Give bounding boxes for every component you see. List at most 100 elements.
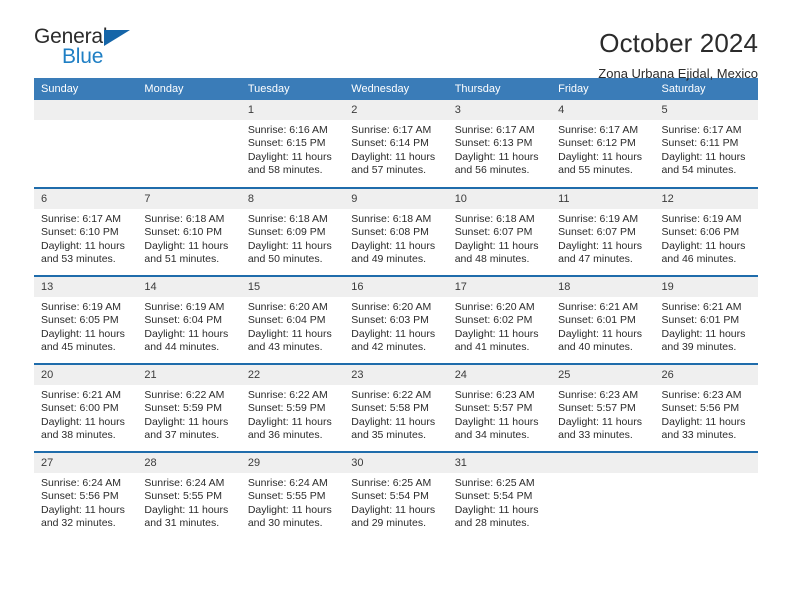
calendar-day-cell[interactable]: 19 Sunrise: 6:21 AM Sunset: 6:01 PM Dayligh… [654,275,758,364]
calendar-day-cell[interactable]: 5 Sunrise: 6:17 AM Sunset: 6:11 PM Daylight… [654,100,758,188]
day-details: Sunrise: 6:20 AM Sunset: 6:04 PM Daylight:… [241,297,344,355]
day-details: Sunrise: 6:25 AM Sunset: 5:54 PM Daylight:… [448,473,551,531]
calendar-week-row: 27 Sunrise: 6:24 AM Sunset: 5:56 PM Dayligh… [34,451,758,540]
sunrise-time: Sunrise: 6:24 AM [144,477,225,489]
calendar-day-cell-empty [137,100,241,188]
calendar-day-cell[interactable]: 10 Sunrise: 6:18 AM Sunset: 6:07 PM Dayligh… [447,187,552,276]
calendar-day-cell[interactable]: 4 Sunrise: 6:17 AM Sunset: 6:12 PM Daylight… [551,100,655,188]
day-details: Sunrise: 6:17 AM Sunset: 6:10 PM Daylight:… [34,209,137,267]
day-details: Sunrise: 6:16 AM Sunset: 6:15 PM Daylight:… [241,120,344,178]
daylight-duration-line1: Daylight: 11 hours [351,503,436,516]
day-number: 2 [344,100,448,120]
day-details: Sunrise: 6:20 AM Sunset: 6:03 PM Daylight:… [344,297,447,355]
calendar-week-row: 20 Sunrise: 6:21 AM Sunset: 6:00 PM Dayligh… [34,363,758,452]
sunrise-time: Sunrise: 6:18 AM [454,213,535,225]
daylight-duration-line2: and 33 minutes. [661,429,737,442]
sunset-time: Sunset: 6:07 PM [558,226,636,239]
calendar-day-cell[interactable]: 31 Sunrise: 6:25 AM Sunset: 5:54 PM Dayligh… [447,451,552,540]
calendar-day-cell[interactable]: 24 Sunrise: 6:23 AM Sunset: 5:57 PM Dayligh… [447,363,552,452]
logo-text-blue: Blue [62,45,104,68]
sunset-time: Sunset: 6:04 PM [247,314,326,327]
day-details: Sunrise: 6:17 AM Sunset: 6:14 PM Daylight:… [344,120,447,178]
page-title: October 2024 [599,28,758,58]
calendar-day-cell[interactable]: 6 Sunrise: 6:17 AM Sunset: 6:10 PM Daylight… [34,187,138,276]
sunset-time: Sunset: 6:15 PM [247,137,326,150]
sunset-time: Sunset: 5:54 PM [351,490,429,503]
daylight-duration-line2: and 40 minutes. [558,341,633,354]
calendar-day-cell[interactable]: 18 Sunrise: 6:21 AM Sunset: 6:01 PM Dayligh… [551,275,655,364]
calendar-day-cell[interactable]: 2 Sunrise: 6:17 AM Sunset: 6:14 PM Daylight… [344,100,448,188]
calendar-page: General Blue October 2024 Zona Urbana Ej… [0,0,792,612]
calendar-day-cell[interactable]: 14 Sunrise: 6:19 AM Sunset: 6:04 PM Dayligh… [137,275,241,364]
calendar-day-cell[interactable]: 26 Sunrise: 6:23 AM Sunset: 5:56 PM Dayligh… [654,363,758,452]
daylight-duration-line2: and 39 minutes. [661,341,737,354]
sunrise-time: Sunrise: 6:23 AM [558,389,639,401]
calendar-day-cell-empty [654,451,758,540]
daylight-duration-line1: Daylight: 11 hours [558,327,642,340]
page-header: General Blue October 2024 Zona Urbana Ej… [34,0,758,82]
sunrise-time: Sunrise: 6:19 AM [558,213,639,225]
daylight-duration-line1: Daylight: 11 hours [351,239,436,252]
daylight-duration-line2: and 31 minutes. [144,517,220,530]
sunrise-time: Sunrise: 6:20 AM [351,301,432,313]
day-details: Sunrise: 6:24 AM Sunset: 5:55 PM Daylight:… [241,473,344,531]
calendar-week-row: 1 Sunrise: 6:16 AM Sunset: 6:15 PM Daylight… [34,100,758,188]
day-details: Sunrise: 6:22 AM Sunset: 5:59 PM Daylight:… [241,385,344,443]
sunset-time: Sunset: 6:03 PM [351,314,429,327]
daylight-duration-line2: and 44 minutes. [144,341,220,354]
calendar-day-cell[interactable]: 8 Sunrise: 6:18 AM Sunset: 6:09 PM Daylight… [240,187,345,276]
calendar-day-cell[interactable]: 12 Sunrise: 6:19 AM Sunset: 6:06 PM Dayligh… [654,187,758,276]
day-number: 28 [137,453,241,473]
calendar-day-cell[interactable]: 3 Sunrise: 6:17 AM Sunset: 6:13 PM Daylight… [447,100,552,188]
day-details: Sunrise: 6:18 AM Sunset: 6:10 PM Daylight:… [137,209,240,267]
sunrise-time: Sunrise: 6:18 AM [351,213,432,225]
sunrise-time: Sunrise: 6:21 AM [661,301,742,313]
day-number: 22 [240,365,345,385]
daylight-duration-line2: and 50 minutes. [247,253,323,266]
calendar-day-cell[interactable]: 21 Sunrise: 6:22 AM Sunset: 5:59 PM Dayligh… [137,363,241,452]
calendar-day-cell[interactable]: 17 Sunrise: 6:20 AM Sunset: 6:02 PM Dayligh… [447,275,552,364]
calendar-day-cell[interactable]: 28 Sunrise: 6:24 AM Sunset: 5:55 PM Dayligh… [137,451,241,540]
daylight-duration-line2: and 54 minutes. [661,164,737,177]
day-details: Sunrise: 6:18 AM Sunset: 6:08 PM Daylight:… [344,209,447,267]
calendar-day-cell[interactable]: 13 Sunrise: 6:19 AM Sunset: 6:05 PM Dayligh… [34,275,138,364]
daylight-duration-line1: Daylight: 11 hours [661,415,746,428]
calendar-day-cell-empty [551,451,655,540]
sunrise-time: Sunrise: 6:23 AM [454,389,535,401]
calendar-day-cell[interactable]: 30 Sunrise: 6:25 AM Sunset: 5:54 PM Dayligh… [344,451,448,540]
calendar-day-cell[interactable]: 1 Sunrise: 6:16 AM Sunset: 6:15 PM Daylight… [240,100,345,188]
day-number: 26 [654,365,758,385]
sunset-time: Sunset: 6:01 PM [558,314,636,327]
calendar-body: 1 Sunrise: 6:16 AM Sunset: 6:15 PM Daylight… [34,100,758,540]
daylight-duration-line1: Daylight: 11 hours [454,239,539,252]
calendar-day-cell[interactable]: 25 Sunrise: 6:23 AM Sunset: 5:57 PM Dayligh… [551,363,655,452]
sunrise-time: Sunrise: 6:17 AM [558,124,639,136]
sunrise-time: Sunrise: 6:17 AM [41,213,121,225]
daylight-duration-line2: and 56 minutes. [454,164,530,177]
day-details: Sunrise: 6:21 AM Sunset: 6:01 PM Daylight:… [655,297,758,355]
day-number: 10 [447,189,552,209]
day-number: 4 [551,100,655,120]
calendar-day-cell[interactable]: 29 Sunrise: 6:24 AM Sunset: 5:55 PM Dayligh… [240,451,345,540]
day-number: 20 [34,365,138,385]
sunrise-time: Sunrise: 6:25 AM [351,477,432,489]
calendar-day-cell[interactable]: 11 Sunrise: 6:19 AM Sunset: 6:07 PM Dayligh… [551,187,655,276]
calendar-day-cell[interactable]: 22 Sunrise: 6:22 AM Sunset: 5:59 PM Dayligh… [240,363,345,452]
sunrise-time: Sunrise: 6:24 AM [247,477,328,489]
sunrise-time: Sunrise: 6:22 AM [144,389,225,401]
daylight-duration-line1: Daylight: 11 hours [144,503,229,516]
calendar-day-cell[interactable]: 20 Sunrise: 6:21 AM Sunset: 6:00 PM Dayligh… [34,363,138,452]
day-details: Sunrise: 6:17 AM Sunset: 6:12 PM Daylight:… [551,120,654,178]
calendar-day-cell[interactable]: 9 Sunrise: 6:18 AM Sunset: 6:08 PM Daylight… [344,187,448,276]
calendar-day-cell[interactable]: 23 Sunrise: 6:22 AM Sunset: 5:58 PM Dayligh… [344,363,448,452]
sunset-time: Sunset: 6:06 PM [661,226,740,239]
calendar-day-cell[interactable]: 16 Sunrise: 6:20 AM Sunset: 6:03 PM Dayligh… [344,275,448,364]
daylight-duration-line1: Daylight: 11 hours [41,415,125,428]
daylight-duration-line1: Daylight: 11 hours [41,239,125,252]
daylight-duration-line2: and 42 minutes. [351,341,426,354]
calendar-day-cell[interactable]: 15 Sunrise: 6:20 AM Sunset: 6:04 PM Dayligh… [240,275,345,364]
daylight-duration-line2: and 53 minutes. [41,253,116,266]
calendar-day-cell[interactable]: 7 Sunrise: 6:18 AM Sunset: 6:10 PM Daylight… [137,187,241,276]
daylight-duration-line2: and 57 minutes. [351,164,426,177]
calendar-day-cell[interactable]: 27 Sunrise: 6:24 AM Sunset: 5:56 PM Dayligh… [34,451,138,540]
